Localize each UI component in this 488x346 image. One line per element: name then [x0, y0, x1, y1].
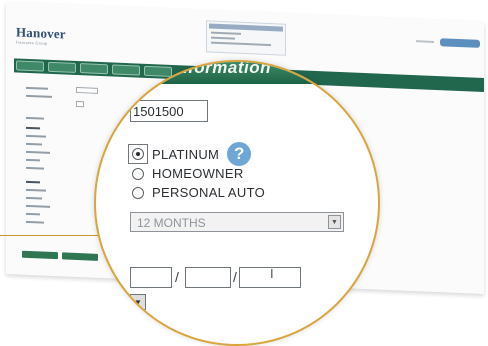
policy-number-input[interactable]: 1501500 [130, 100, 208, 122]
text-cursor-icon: I [270, 266, 274, 281]
section-title: Information [172, 60, 271, 77]
brand-logo: Hanover Insurance Group [16, 24, 66, 46]
mini-next-button[interactable] [62, 252, 98, 261]
magnifier-callout: Information 1501500 PLATINUM ? HOMEOWNER… [94, 60, 380, 346]
radio-focus-box [128, 144, 148, 164]
date-separator: / [175, 269, 179, 285]
account-info-panel [206, 20, 286, 56]
radio-platinum[interactable] [132, 148, 144, 160]
date-month-input[interactable] [130, 267, 172, 288]
nav-tab-2[interactable] [48, 61, 76, 73]
mini-radio[interactable] [76, 100, 84, 108]
option-homeowner-label: HOMEOWNER [152, 166, 244, 181]
radio-personal-auto[interactable] [132, 186, 144, 199]
form-field-labels [6, 2, 484, 224]
option-platinum[interactable]: PLATINUM ? [128, 142, 252, 166]
header-action-button[interactable] [440, 38, 480, 48]
mini-back-button[interactable] [22, 250, 58, 260]
term-select[interactable]: 12 MONTHS ▼ [130, 212, 344, 232]
header-link[interactable] [416, 40, 434, 43]
mini-policy-input[interactable] [76, 86, 98, 94]
radio-homeowner[interactable] [132, 167, 144, 180]
chevron-down-icon: ▼ [134, 297, 142, 307]
option-personal-auto[interactable]: PERSONAL AUTO [132, 185, 265, 200]
question-mark-icon[interactable]: ? [227, 142, 252, 166]
option-platinum-label: PLATINUM [152, 146, 220, 162]
date-day-input[interactable] [185, 267, 231, 288]
option-homeowner[interactable]: HOMEOWNER [132, 166, 244, 181]
section-header: Information [96, 60, 378, 84]
option-personal-auto-label: PERSONAL AUTO [152, 185, 265, 200]
small-dropdown[interactable]: ▼ [130, 294, 146, 310]
date-separator: / [233, 269, 237, 285]
nav-tab-1[interactable] [16, 60, 44, 72]
term-select-value: 12 MONTHS [137, 216, 206, 230]
chevron-down-icon[interactable]: ▼ [328, 215, 341, 229]
